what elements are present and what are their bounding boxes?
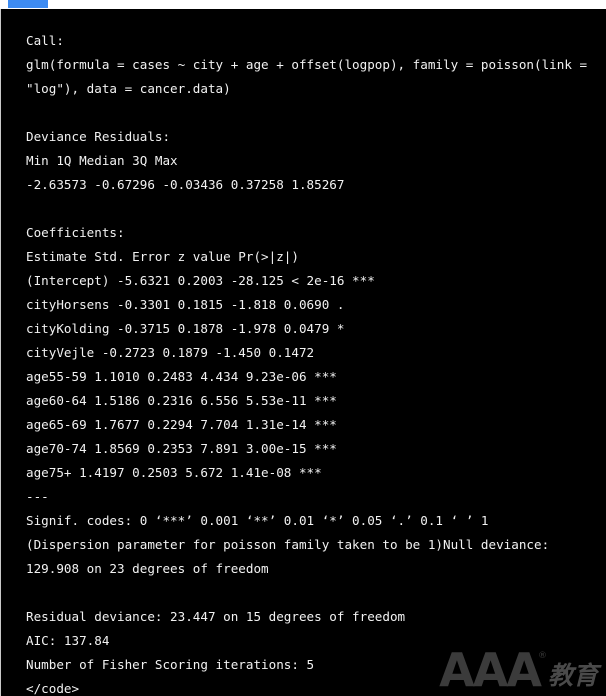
console-line: Coefficients: [26,225,125,240]
console-line: Call: [26,33,64,48]
console-line: age55-59 1.1010 0.2483 4.434 9.23e-06 **… [26,369,337,384]
console-line: Deviance Residuals: [26,129,171,144]
console-line: </code> [26,681,80,696]
console-line: 129.908 on 23 degrees of freedom [26,561,269,576]
console-line: age70-74 1.8569 0.2353 7.891 3.00e-15 **… [26,441,337,456]
console-line: --- [26,489,49,504]
top-strip [0,0,606,9]
console-line: (Dispersion parameter for poisson family… [26,537,550,552]
accent-bar [8,0,48,8]
console-line: age65-69 1.7677 0.2294 7.704 1.31e-14 **… [26,417,337,432]
console-line: Residual deviance: 23.447 on 15 degrees … [26,609,406,624]
console-line: Signif. codes: 0 ‘***’ 0.001 ‘**’ 0.01 ‘… [26,513,489,528]
console-output-text: Call: glm(formula = cases ~ city + age + … [26,29,606,696]
console-line: glm(formula = cases ~ city + age + offse… [26,57,588,72]
console-line: Min 1Q Median 3Q Max [26,153,178,168]
console-line: Number of Fisher Scoring iterations: 5 [26,657,315,672]
code-output-panel[interactable]: Call: glm(formula = cases ~ city + age + … [0,9,606,696]
page-root: Call: glm(formula = cases ~ city + age + … [0,0,606,696]
console-line: AIC: 137.84 [26,633,110,648]
console-line: age75+ 1.4197 0.2503 5.672 1.41e-08 *** [26,465,322,480]
console-line: age60-64 1.5186 0.2316 6.556 5.53e-11 **… [26,393,337,408]
console-line: cityKolding -0.3715 0.1878 -1.978 0.0479… [26,321,345,336]
console-line: Estimate Std. Error z value Pr(>|z|) [26,249,299,264]
console-line: "log"), data = cancer.data) [26,81,231,96]
console-line: (Intercept) -5.6321 0.2003 -28.125 < 2e-… [26,273,375,288]
console-line: cityHorsens -0.3301 0.1815 -1.818 0.0690… [26,297,345,312]
console-line: -2.63573 -0.67296 -0.03436 0.37258 1.852… [26,177,345,192]
console-line: cityVejle -0.2723 0.1879 -1.450 0.1472 [26,345,315,360]
